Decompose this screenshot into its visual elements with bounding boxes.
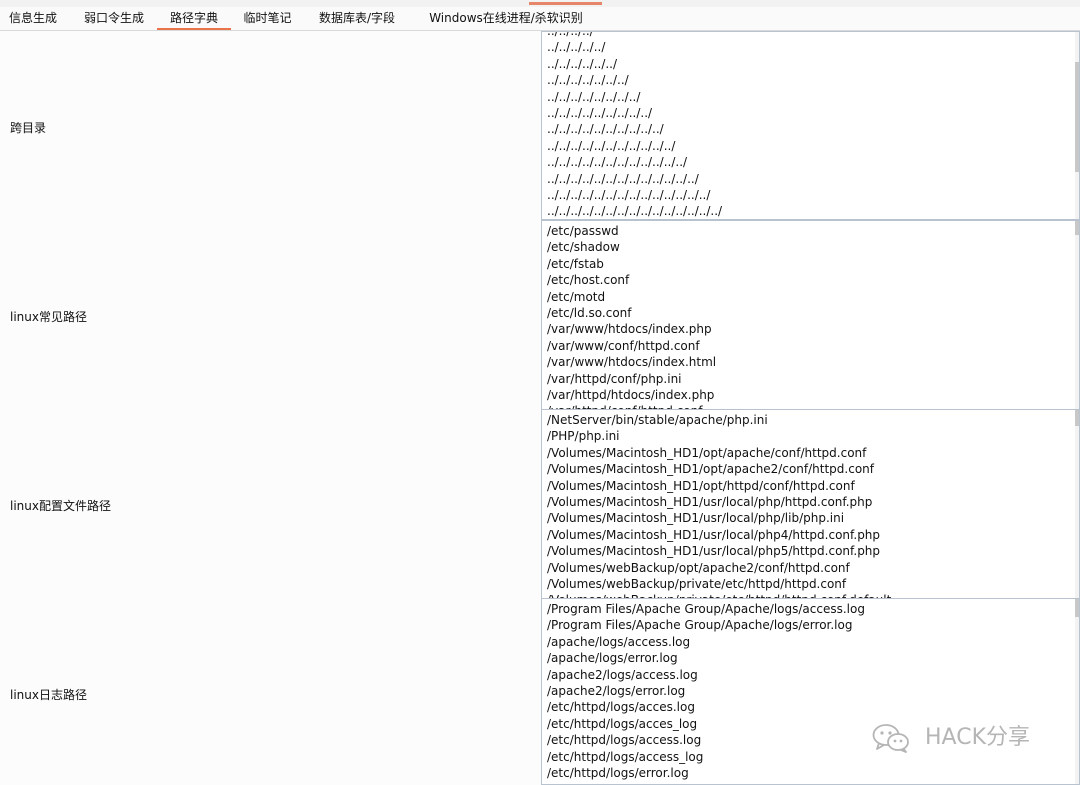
scrollbar[interactable] xyxy=(1075,599,1079,784)
tab-windows-process[interactable]: Windows在线进程/杀软识别 xyxy=(416,7,596,29)
row-linux-log-paths: linux日志路径 /Program Files/Apache Group/Ap… xyxy=(0,598,1080,785)
log-paths-textarea[interactable]: /Program Files/Apache Group/Apache/logs/… xyxy=(541,598,1080,785)
tab-path-dictionary[interactable]: 路径字典 xyxy=(157,7,231,30)
traversal-textarea[interactable]: ../../../../ ../../../../../ ../../../..… xyxy=(541,31,1080,220)
scrollbar[interactable] xyxy=(1075,410,1079,598)
row-label: 跨目录 xyxy=(10,121,47,135)
main-panel: 跨目录 ../../../../ ../../../../../ ../../.… xyxy=(0,31,1080,785)
row-linux-config-paths: linux配置文件路径 /NetServer/bin/stable/apache… xyxy=(0,409,1080,599)
scrollbar-thumb[interactable] xyxy=(1075,221,1079,235)
textarea-content: /etc/passwd /etc/shadow /etc/fstab /etc/… xyxy=(547,224,717,409)
watermark-text: HACK分享 xyxy=(925,725,1030,750)
watermark: HACK分享 xyxy=(872,721,1030,755)
row-label: linux日志路径 xyxy=(10,688,87,702)
row-linux-common-paths: linux常见路径 /etc/passwd /etc/shadow /etc/f… xyxy=(0,220,1080,410)
scrollbar-thumb[interactable] xyxy=(1075,599,1079,617)
tab-db-tables[interactable]: 数据库表/字段 xyxy=(312,7,402,29)
scrollbar[interactable] xyxy=(1075,32,1079,219)
tab-temp-notes[interactable]: 临时笔记 xyxy=(236,7,299,29)
row-label: linux常见路径 xyxy=(10,310,87,324)
linux-paths-textarea[interactable]: /etc/passwd /etc/shadow /etc/fstab /etc/… xyxy=(541,220,1080,410)
wechat-icon xyxy=(872,724,909,753)
scrollbar-thumb[interactable] xyxy=(1075,410,1079,426)
tab-bar: 信息生成 弱口令生成 路径字典 临时笔记 数据库表/字段 Windows在线进程… xyxy=(0,7,1080,31)
scrollbar-thumb[interactable] xyxy=(1075,62,1079,172)
row-directory-traversal: 跨目录 ../../../../ ../../../../../ ../../.… xyxy=(0,31,1080,220)
window-accent xyxy=(529,2,602,5)
scrollbar[interactable] xyxy=(1075,221,1079,409)
textarea-content: /NetServer/bin/stable/apache/php.ini /PH… xyxy=(547,413,891,598)
row-label: linux配置文件路径 xyxy=(10,499,111,513)
tab-info-gen[interactable]: 信息生成 xyxy=(2,7,64,29)
tab-weak-password[interactable]: 弱口令生成 xyxy=(75,7,153,29)
textarea-content: ../../../../ ../../../../../ ../../../..… xyxy=(547,31,723,219)
config-paths-textarea[interactable]: /NetServer/bin/stable/apache/php.ini /PH… xyxy=(541,409,1080,599)
